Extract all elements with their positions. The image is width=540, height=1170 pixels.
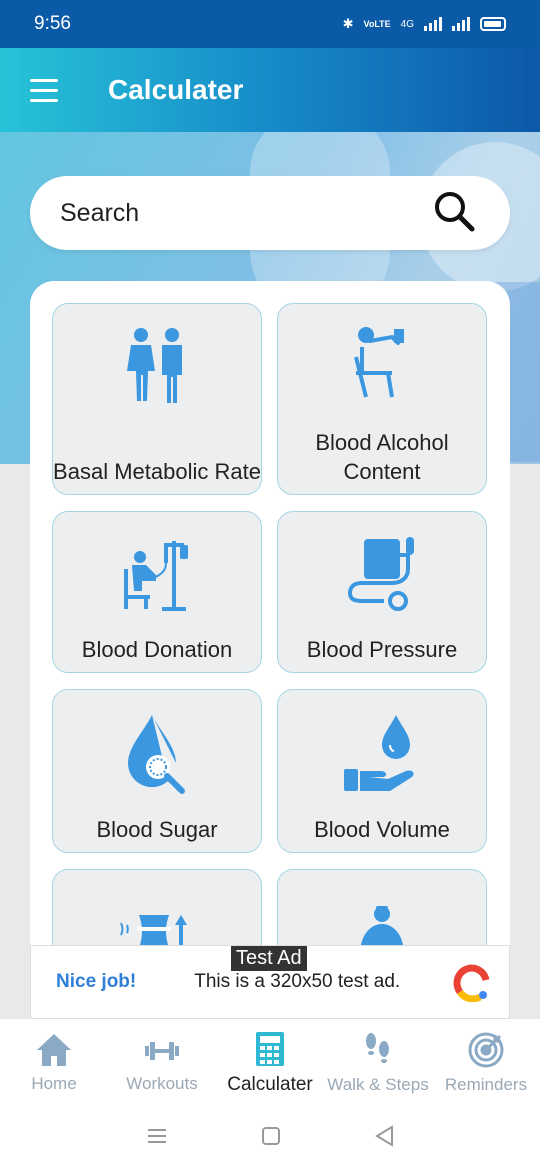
back-icon[interactable] [374,1125,394,1152]
recents-icon[interactable] [146,1127,168,1150]
bottom-nav: Home Workouts Calculater Walk & Steps Re… [0,1019,540,1107]
nav-label: Walk & Steps [327,1075,429,1094]
calculator-label: Blood Sugar [96,817,218,842]
nav-item-walk-steps[interactable]: Walk & Steps [324,1019,432,1107]
calculator-tile-blood-sugar[interactable]: Blood Sugar [52,689,262,853]
ad-logo-icon [453,964,491,1003]
calculator-label: Basal Metabolic Rate [53,459,261,484]
page-title: Calculater [108,74,244,105]
calculator-label: Blood Alcohol Content [315,430,449,484]
signal-icon [424,17,442,31]
blood-volume-icon [342,708,422,798]
system-nav-bar [0,1107,540,1170]
status-icons: ✱ VoLTE 4G [343,16,506,32]
calculator-label: Blood Pressure [306,637,458,662]
nav-item-workouts[interactable]: Workouts [108,1019,216,1107]
nav-label: Calculater [227,1074,313,1095]
calculator-tile-bmr[interactable]: Basal Metabolic Rate [52,303,262,495]
calculator-tile-blood-volume[interactable]: Blood Volume [277,689,487,853]
blood-sugar-icon [122,708,192,798]
calculator-label: Blood Volume [314,817,450,842]
blood-pressure-icon [342,530,422,620]
search-icon[interactable] [432,189,476,238]
calculator-tile-body-fat[interactable] [277,869,487,945]
nav-label: Reminders [444,1075,528,1094]
status-bar: 9:56 ✱ VoLTE 4G [0,0,540,48]
dumbbell-icon [145,1042,179,1060]
waist-measure-icon [117,900,197,945]
ad-banner[interactable]: Nice job! This is a 320x50 test ad. Test… [30,945,510,1019]
calculator-tile-blood-donation[interactable]: Blood Donation [52,511,262,673]
status-time: 9:56 [34,13,71,34]
nav-label: Home [31,1074,77,1093]
target-icon [468,1032,504,1068]
calculator-tile-blood-pressure[interactable]: Blood Pressure [277,511,487,673]
calculator-tile-waist[interactable] [52,869,262,945]
nav-item-calculater[interactable]: Calculater [216,1019,324,1107]
calculator-tile-bac[interactable]: Blood Alcohol Content [277,303,487,495]
blood-donation-icon [122,530,192,620]
ad-badge: Test Ad [231,946,307,971]
body-fat-icon [352,890,412,945]
home-button-icon[interactable] [261,1126,281,1151]
search-input[interactable] [60,198,390,228]
calculator-label: Blood Donation [81,637,233,662]
ad-title: Nice job! [56,971,137,992]
menu-button[interactable] [14,60,74,120]
nav-item-reminders[interactable]: Reminders [432,1019,540,1107]
hamburger-icon [30,78,58,82]
nav-label: Workouts [126,1074,198,1093]
drinking-person-icon [352,322,412,412]
ad-text: This is a 320x50 test ad. [194,971,401,992]
calculator-icon [256,1032,284,1066]
network-type-icon: 4G [400,18,414,30]
nav-item-home[interactable]: Home [0,1019,108,1107]
couple-icon [125,322,189,412]
volte-icon: VoLTE [363,19,391,29]
app-bar: Calculater [0,48,540,132]
search-bar [30,176,510,250]
home-icon [37,1034,71,1066]
battery-icon [480,17,506,31]
bluetooth-icon: ✱ [342,16,354,31]
calculator-grid: Basal Metabolic Rate Blood Alcohol Conte… [30,281,510,945]
signal-2-icon [452,17,470,31]
footsteps-icon [366,1033,389,1063]
